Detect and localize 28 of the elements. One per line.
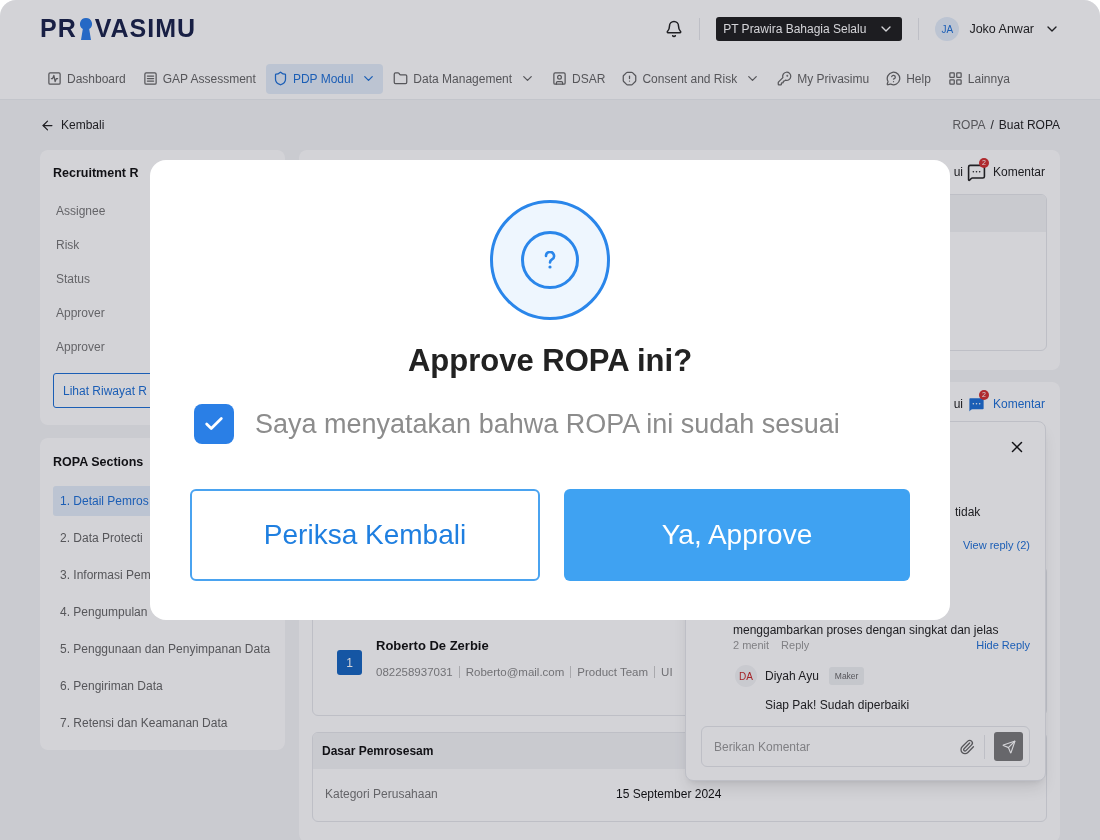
reply-text: Siap Pak! Sudah diperbaiki: [765, 698, 910, 712]
comment-text: menggambarkan proses dengan singkat dan jelas: [733, 623, 999, 637]
field-label: Status: [56, 271, 91, 288]
subject-name: Roberto De Zerbie: [376, 637, 490, 656]
subject-detail: Roberto@mail.com: [465, 664, 565, 680]
field-label: Risk: [56, 237, 80, 254]
subject-detail: 082258937031: [376, 664, 453, 680]
reply-author: Diyah Ayu: [765, 668, 819, 685]
subject-detail: UI: [661, 664, 673, 680]
logo: PR VASIMU: [40, 13, 197, 45]
breadcrumb-separator: /: [990, 117, 994, 134]
card-title: Recruitment R: [53, 165, 140, 180]
subject-detail: Product Team: [577, 664, 649, 680]
role-tag: Maker: [828, 667, 865, 685]
field-label: Kategori Perusahaan: [325, 786, 439, 803]
field-label: Assignee: [56, 203, 106, 220]
field-label: Approver: [56, 305, 105, 322]
field-label: Approver: [56, 339, 105, 356]
comment-text: tidak: [955, 505, 981, 519]
breadcrumb-current: Buat ROPA: [998, 117, 1060, 134]
comment-time: 2 menit: [733, 637, 770, 653]
checkbox-label: Saya menyatakan bahwa ROPA ini sudah sesuai: [255, 408, 840, 441]
number-badge: 1: [337, 650, 362, 675]
field-value: 15 September 2024: [616, 786, 722, 803]
card-title: Dasar Pemrosesam: [322, 743, 434, 760]
card-title: ROPA Sections: [53, 454, 145, 469]
dialog-title: Approve ROPA ini?: [407, 342, 693, 380]
user-avatar: DA: [735, 665, 757, 687]
